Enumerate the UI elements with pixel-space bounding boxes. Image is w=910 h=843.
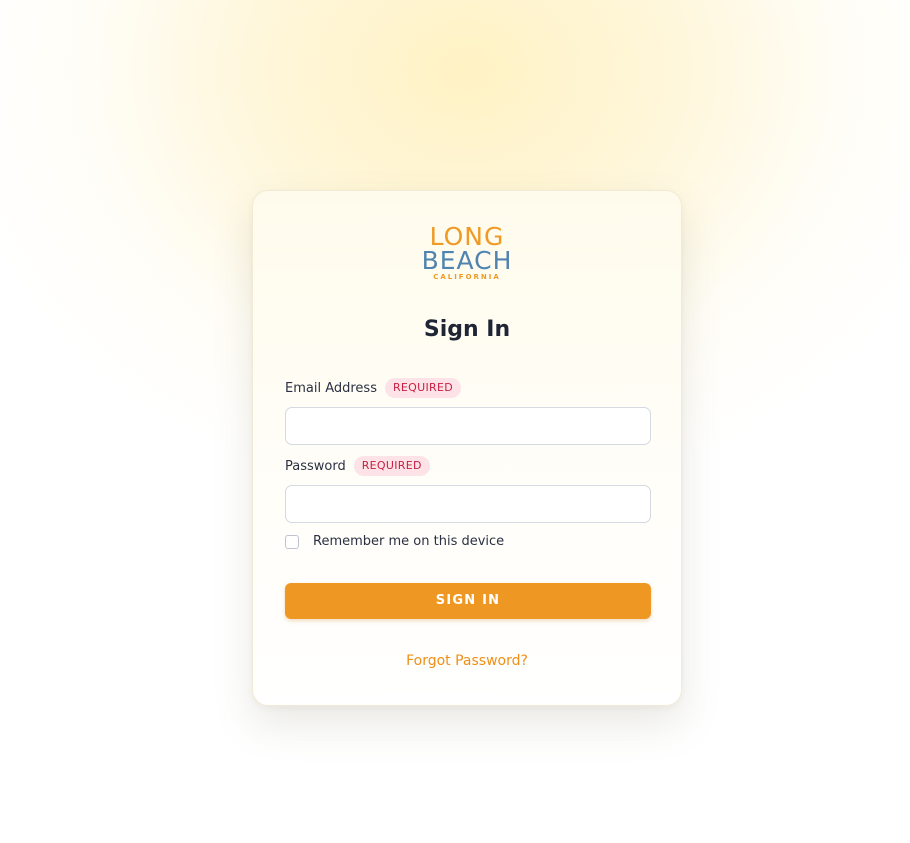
password-label: Password	[285, 458, 346, 474]
password-required-badge: REQUIRED	[353, 456, 430, 476]
long-beach-logo: LONG BEACH CALIFORNIA	[253, 224, 681, 281]
password-label-row: Password REQUIRED	[285, 455, 430, 477]
password-field[interactable]	[285, 485, 651, 523]
sign-in-button[interactable]: SIGN IN	[285, 583, 651, 619]
remember-me-checkbox[interactable]	[285, 534, 299, 549]
email-required-badge: REQUIRED	[384, 378, 461, 398]
remember-me-row[interactable]: Remember me on this device	[285, 534, 504, 549]
logo-line-long: LONG	[429, 222, 505, 251]
logo-line-beach: BEACH	[421, 246, 513, 275]
remember-me-label[interactable]: Remember me on this device	[313, 534, 504, 549]
logo-line-california: CALIFORNIA	[433, 273, 501, 281]
page-title: Sign In	[423, 317, 511, 342]
forgot-password-link[interactable]: Forgot Password?	[253, 653, 681, 669]
sign-in-card: LONG BEACH CALIFORNIA Sign In Email Addr…	[252, 190, 682, 706]
email-field[interactable]	[285, 407, 651, 445]
email-label: Email Address	[285, 380, 377, 396]
email-label-row: Email Address REQUIRED	[285, 377, 461, 399]
